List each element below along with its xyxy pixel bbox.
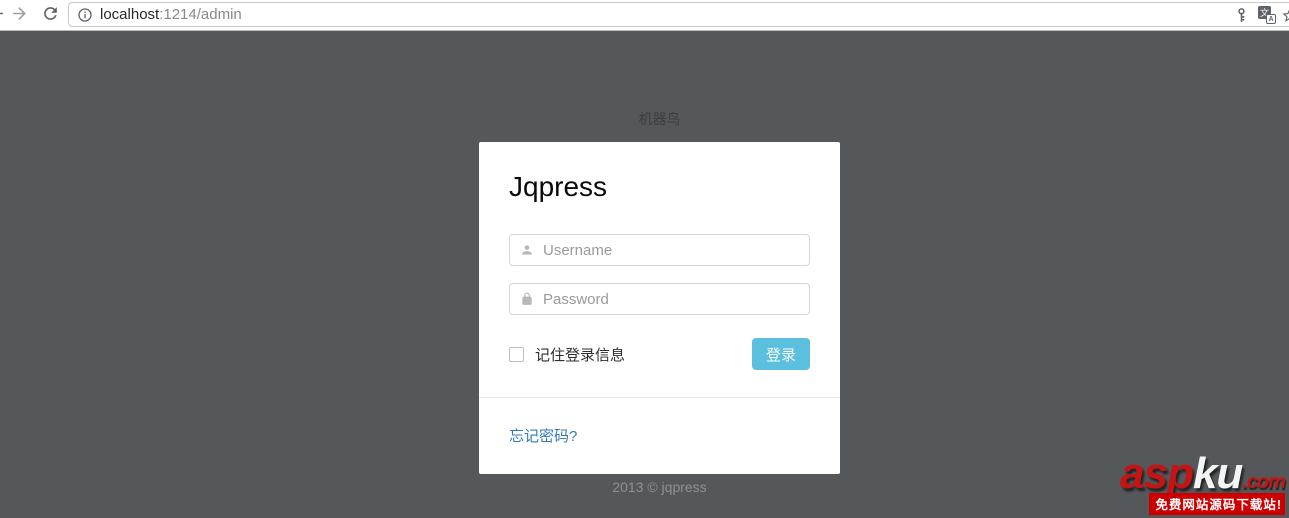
forgot-password-link[interactable]: 忘记密码? <box>509 428 577 445</box>
password-key-icon[interactable] <box>1233 7 1250 24</box>
forward-button[interactable] <box>8 4 30 26</box>
remember-label[interactable]: 记住登录信息 <box>535 344 625 365</box>
page-info-icon[interactable] <box>77 7 93 23</box>
aspku-watermark: aspku.com 免费网站源码下载站! <box>1120 449 1286 515</box>
login-button[interactable]: 登录 <box>751 338 810 370</box>
back-icon <box>0 4 6 26</box>
logo-asp: asp <box>1120 449 1194 498</box>
reload-icon <box>41 4 60 26</box>
username-input[interactable] <box>543 241 799 259</box>
url-path: :1214/admin <box>159 6 242 23</box>
password-input[interactable] <box>543 290 799 308</box>
lock-icon <box>520 292 534 306</box>
login-card: Jqpress 记住登录信息 登录 忘记密码? <box>479 142 840 474</box>
page-background: 机器鸟 Jqpress 记住登录信息 登录 忘记密码? 2013 © jqpre… <box>0 31 1289 518</box>
bookmark-star-icon[interactable] <box>1281 7 1289 24</box>
translate-icon[interactable]: 文 A <box>1258 6 1276 24</box>
user-icon <box>520 243 534 257</box>
login-form-row: 记住登录信息 登录 <box>509 338 810 370</box>
site-label: 机器鸟 <box>638 111 681 127</box>
forward-icon <box>10 4 29 26</box>
logo-com: .com <box>1242 471 1286 493</box>
address-bar[interactable]: localhost:1214/admin <box>68 2 1289 27</box>
login-title: Jqpress <box>509 171 608 202</box>
reload-button[interactable] <box>39 4 61 26</box>
logo-ku: ku <box>1192 449 1243 498</box>
password-field-group <box>509 283 810 315</box>
url-text[interactable]: localhost:1214/admin <box>100 6 242 23</box>
back-button[interactable] <box>0 4 7 26</box>
watermark-tagline: 免费网站源码下载站! <box>1149 493 1285 515</box>
username-field-group <box>509 234 810 266</box>
remember-checkbox[interactable] <box>509 346 524 362</box>
translate-front-glyph: A <box>1266 14 1276 24</box>
aspku-logo: aspku.com <box>1120 449 1286 498</box>
card-footer: 忘记密码? <box>479 397 840 474</box>
browser-toolbar: localhost:1214/admin 文 A <box>0 0 1289 31</box>
copyright-footer: 2013 © jqpress <box>612 479 707 495</box>
url-host: localhost <box>100 6 160 23</box>
